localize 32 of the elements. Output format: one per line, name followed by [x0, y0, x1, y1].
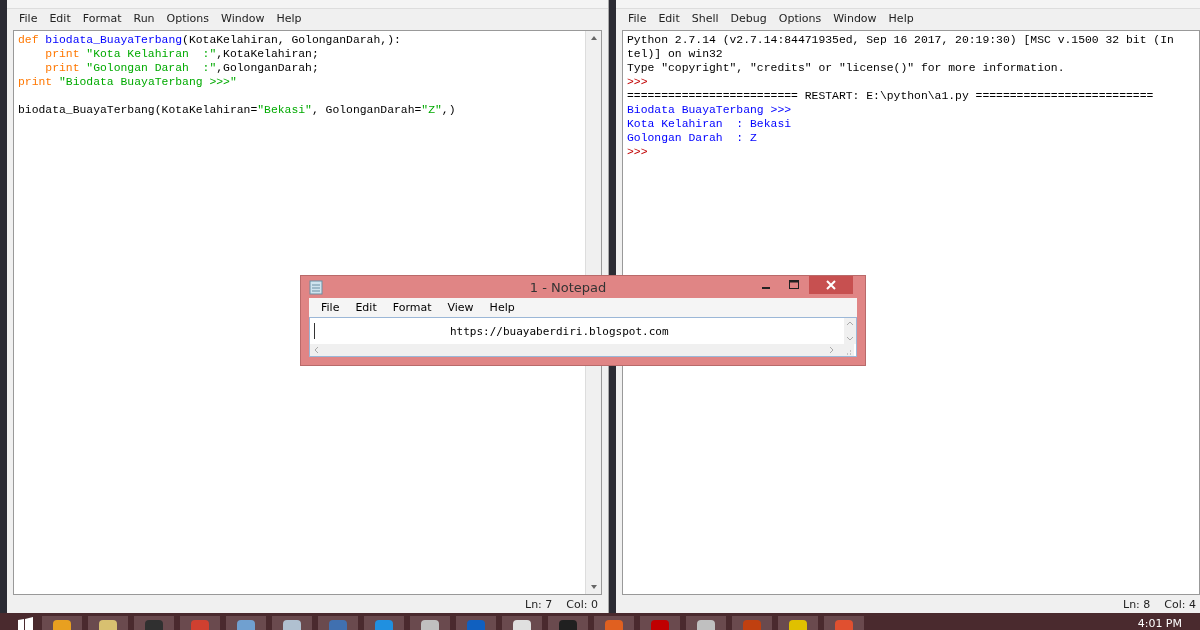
window-title: 1 - Notepad	[528, 279, 608, 295]
code-token: def	[18, 34, 40, 46]
code-token: ,GolonganDarah;	[216, 62, 319, 74]
code-token: ,KotaKelahiran;	[216, 48, 319, 60]
code-token: "Kota Kelahiran :"	[86, 48, 217, 60]
code-token: "Golongan Darah :"	[86, 62, 217, 74]
code-token: (KotaKelahiran, GolonganDarah,):	[182, 34, 401, 46]
status-text: Ln: 8	[1123, 597, 1151, 611]
shell-line: tel)] on win32	[627, 47, 724, 61]
shell-line: Golongan Darah : Z	[627, 131, 758, 145]
code-token: , GolonganDarah=	[311, 104, 422, 116]
status-text: Col: 0	[566, 597, 598, 611]
code-token: "Biodata BuayaTerbang >>>"	[59, 76, 237, 88]
code-token: "Bekasi"	[257, 104, 312, 116]
code-token: print	[18, 76, 54, 88]
shell-line: ========================= RESTART: E:\python\a1.py ==========================	[627, 89, 1155, 103]
document-text: https://buayaberdiri.blogspot.com	[449, 324, 670, 338]
status-text: Col: 4	[1164, 597, 1196, 611]
code-token: print	[45, 62, 81, 74]
shell-line: >>>	[627, 75, 649, 89]
code-token: biodata_BuayaTerbang	[45, 34, 183, 46]
shell-line: >>>	[627, 145, 649, 159]
code-token: print	[45, 48, 81, 60]
code-token: biodata_BuayaTerbang(KotaKelahiran=	[18, 104, 258, 116]
code-token: ,)	[441, 104, 456, 116]
code-token: "Z"	[421, 104, 442, 116]
shell-line: Biodata BuayaTerbang >>>	[627, 103, 793, 117]
clock: 4:01 PM	[1137, 617, 1182, 630]
status-text: Ln: 7	[525, 597, 553, 611]
shell-line: Python 2.7.14 (v2.7.14:84471935ed, Sep 16 2017, 20:19:30) [MSC v.1500 32 bit (In	[627, 33, 1175, 47]
shell-line: Type "copyright", "credits" or "license()" for more information.	[627, 61, 1066, 75]
shell-line: Kota Kelahiran : Bekasi	[627, 117, 793, 131]
